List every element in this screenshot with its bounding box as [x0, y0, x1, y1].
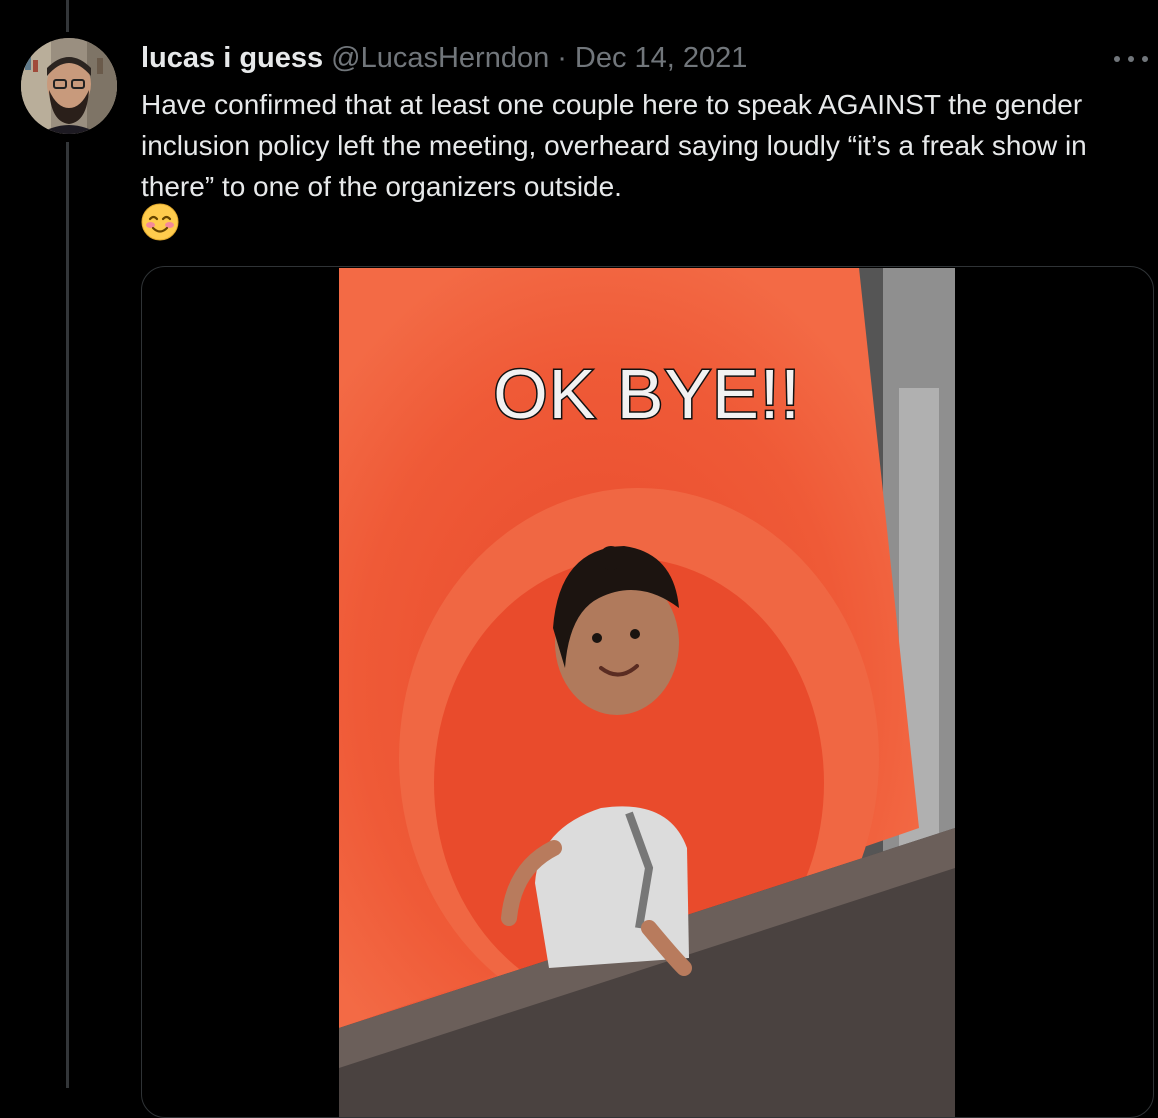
author-handle[interactable]: @LucasHerndon [331, 42, 549, 75]
tweet-date[interactable]: Dec 14, 2021 [575, 42, 748, 75]
tweet-header: lucas i guess @LucasHerndon · Dec 14, 20… [141, 38, 747, 78]
smiling-face-icon [141, 203, 179, 241]
author-name[interactable]: lucas i guess [141, 42, 323, 75]
more-dot [1142, 56, 1148, 62]
thread-line-top [66, 0, 69, 32]
more-options-icon[interactable] [1114, 46, 1148, 72]
more-dot [1114, 56, 1120, 62]
thread-line-bottom [66, 142, 69, 1088]
header-separator: · [557, 41, 567, 74]
more-dot [1128, 56, 1134, 62]
tweet-text: Have confirmed that at least one couple … [141, 89, 1087, 202]
media-container[interactable]: OK BYE!! [141, 266, 1154, 1118]
avatar-photo [21, 38, 117, 134]
avatar[interactable] [21, 38, 117, 134]
gif-player[interactable]: OK BYE!! [339, 268, 955, 1117]
gif-caption: OK BYE!! [492, 354, 802, 435]
